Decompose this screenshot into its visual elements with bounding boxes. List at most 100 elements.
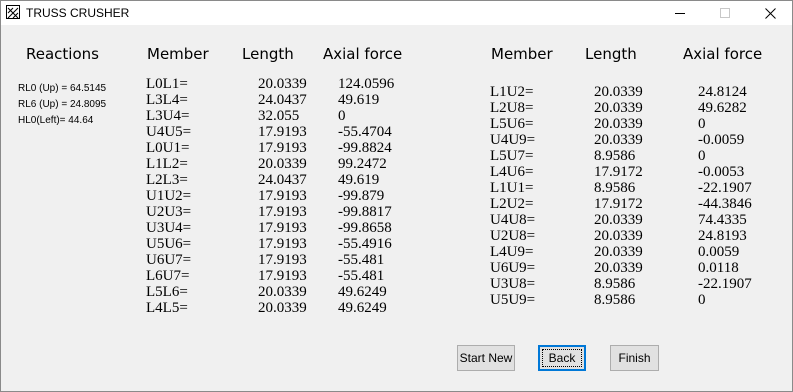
table-cell-length: 24.0437 xyxy=(258,92,307,108)
right-member-column: L1U2= L2U8= L5U6= U4U9= L5U7= L4U6= L1U1= L2U2=… xyxy=(490,84,535,308)
table-cell-member: L2U2= xyxy=(490,196,534,212)
table-cell-member: U6U9= xyxy=(490,260,536,276)
table-cell-member: L5U6= xyxy=(490,116,534,132)
table-cell-axial: 124.0596 xyxy=(338,76,395,92)
maximize-icon xyxy=(720,8,730,18)
table-cell-member: U6U7= xyxy=(146,252,192,268)
right-length-column: 20.0339 20.0339 20.0339 20.0339 8.9586 17.917… xyxy=(594,84,643,308)
table-cell-length: 17.9172 xyxy=(594,196,643,212)
table-cell-length: 17.9193 xyxy=(258,204,307,220)
table-cell-axial: -22.1907 xyxy=(698,276,752,292)
reaction-rl6: RL6 (Up) = 24.8095 xyxy=(18,99,107,110)
table-cell-axial: -0.0053 xyxy=(698,164,745,180)
reaction-rl0: RL0 (Up) = 64.5145 xyxy=(18,83,107,94)
table-cell-length: 20.0339 xyxy=(594,132,643,148)
left-member-header: Member xyxy=(147,45,209,63)
table-cell-axial: -55.481 xyxy=(338,252,385,268)
table-cell-axial: 0.0059 xyxy=(698,244,740,260)
reaction-hl0: HL0(Left)= 44.64 xyxy=(18,115,94,126)
table-cell-length: 32.055 xyxy=(258,108,300,124)
table-cell-length: 20.0339 xyxy=(594,212,643,228)
table-cell-member: L5U7= xyxy=(490,148,534,164)
table-cell-length: 20.0339 xyxy=(258,300,307,316)
table-cell-member: L1U1= xyxy=(490,180,534,196)
table-cell-member: U5U9= xyxy=(490,292,536,308)
table-cell-member: U2U8= xyxy=(490,228,536,244)
table-cell-member: L2U8= xyxy=(490,100,534,116)
start-new-button[interactable]: Start New xyxy=(457,345,515,371)
table-cell-axial: 0 xyxy=(698,116,706,132)
table-cell-member: U2U3= xyxy=(146,204,192,220)
table-cell-length: 17.9172 xyxy=(594,164,643,180)
table-cell-axial: 0 xyxy=(698,292,706,308)
table-cell-length: 17.9193 xyxy=(258,140,307,156)
table-cell-axial: 0.0118 xyxy=(698,260,739,276)
table-cell-member: L0U1= xyxy=(146,140,190,156)
right-member-header: Member xyxy=(491,45,553,63)
app-icon xyxy=(6,5,20,19)
close-button[interactable] xyxy=(747,1,793,25)
left-axial-column: 124.0596 49.619 0 -55.4704 -99.8824 99.2472 49… xyxy=(338,76,394,316)
table-cell-axial: -99.879 xyxy=(338,188,385,204)
table-cell-length: 8.9586 xyxy=(594,292,636,308)
table-cell-member: U4U5= xyxy=(146,124,192,140)
table-cell-length: 20.0339 xyxy=(258,76,307,92)
table-cell-member: L3L4= xyxy=(146,92,188,108)
left-member-column: L0L1= L3L4= L3U4= U4U5= L0U1= L1L2= L2L3= U1U2=… xyxy=(146,76,191,316)
table-cell-length: 24.0437 xyxy=(258,172,307,188)
left-length-header: Length xyxy=(242,45,294,63)
title-bar[interactable]: TRUSS CRUSHER xyxy=(1,1,792,25)
table-cell-member: L0L1= xyxy=(146,76,188,92)
table-cell-member: L4L5= xyxy=(146,300,188,316)
table-cell-axial: 49.6282 xyxy=(698,100,747,116)
table-cell-length: 20.0339 xyxy=(258,284,307,300)
table-cell-member: U4U9= xyxy=(490,132,536,148)
close-icon xyxy=(764,7,776,19)
table-cell-length: 20.0339 xyxy=(594,84,643,100)
table-cell-length: 20.0339 xyxy=(594,116,643,132)
table-cell-member: L1U2= xyxy=(490,84,534,100)
table-cell-axial: -99.8658 xyxy=(338,220,392,236)
maximize-button xyxy=(702,1,748,25)
table-cell-length: 8.9586 xyxy=(594,180,636,196)
table-cell-length: 20.0339 xyxy=(594,260,643,276)
table-cell-member: U3U4= xyxy=(146,220,192,236)
table-cell-length: 8.9586 xyxy=(594,148,636,164)
reactions-header: Reactions xyxy=(26,45,99,63)
table-cell-axial: -55.4704 xyxy=(338,124,392,140)
table-cell-length: 8.9586 xyxy=(594,276,636,292)
table-cell-axial: 0 xyxy=(338,108,346,124)
table-cell-axial: 0 xyxy=(698,148,706,164)
table-cell-length: 17.9193 xyxy=(258,252,307,268)
table-cell-axial: 24.8124 xyxy=(698,84,747,100)
minimize-button[interactable] xyxy=(657,1,703,25)
right-length-header: Length xyxy=(585,45,637,63)
right-axial-header: Axial force xyxy=(683,45,763,63)
table-cell-length: 17.9193 xyxy=(258,236,307,252)
minimize-icon xyxy=(675,13,685,14)
back-button[interactable]: Back xyxy=(538,345,586,371)
table-cell-member: L3U4= xyxy=(146,108,190,124)
table-cell-axial: -99.8817 xyxy=(338,204,392,220)
table-cell-member: L1L2= xyxy=(146,156,188,172)
table-cell-axial: 24.8193 xyxy=(698,228,747,244)
table-cell-member: U3U8= xyxy=(490,276,536,292)
table-cell-axial: 49.619 xyxy=(338,172,380,188)
table-cell-axial: -22.1907 xyxy=(698,180,752,196)
window-title: TRUSS CRUSHER xyxy=(26,6,130,20)
table-cell-length: 17.9193 xyxy=(258,268,307,284)
table-cell-axial: 99.2472 xyxy=(338,156,387,172)
finish-button[interactable]: Finish xyxy=(610,345,659,371)
table-cell-length: 20.0339 xyxy=(594,228,643,244)
table-cell-axial: 49.6249 xyxy=(338,284,387,300)
table-cell-member: U1U2= xyxy=(146,188,192,204)
table-cell-member: L4U9= xyxy=(490,244,534,260)
right-axial-column: 24.8124 49.6282 0 -0.0059 0 -0.0053 -22.1907 -4… xyxy=(698,84,752,308)
table-cell-member: L5L6= xyxy=(146,284,188,300)
left-length-column: 20.0339 24.0437 32.055 17.9193 17.9193 20.033… xyxy=(258,76,307,316)
table-cell-member: U5U6= xyxy=(146,236,192,252)
table-cell-length: 17.9193 xyxy=(258,124,307,140)
table-cell-length: 17.9193 xyxy=(258,220,307,236)
table-cell-length: 20.0339 xyxy=(594,244,643,260)
table-cell-axial: -44.3846 xyxy=(698,196,752,212)
